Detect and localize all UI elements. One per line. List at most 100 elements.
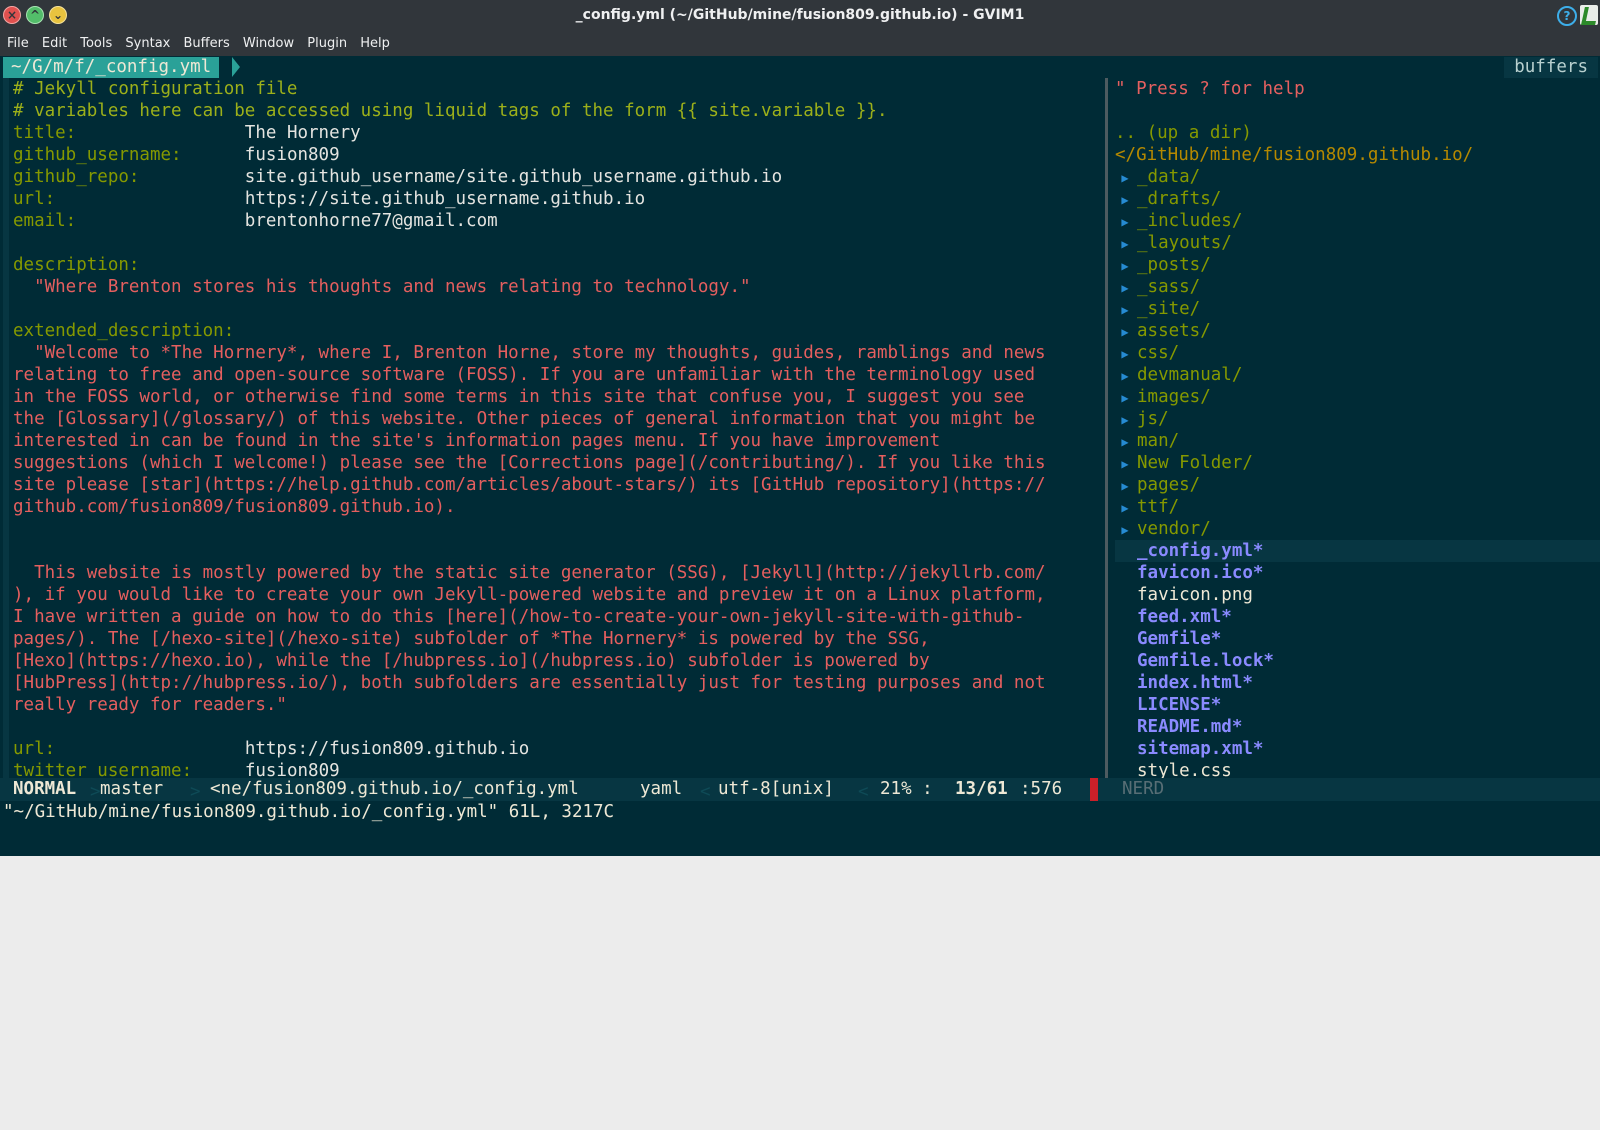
- nerdtree-dir-item[interactable]: ▶ _posts/: [1115, 254, 1600, 276]
- editor-line: suggestions (which I welcome!) please se…: [13, 453, 1046, 473]
- nerdtree-dir-item[interactable]: ▶ _site/: [1115, 298, 1600, 320]
- editor-lines: # Jekyll configuration file # variables h…: [13, 78, 1105, 778]
- vim-area: ~/G/m/f/_config.yml buffers # Jekyll con…: [0, 56, 1600, 856]
- expand-arrow-icon[interactable]: ▶: [1115, 365, 1135, 386]
- dir-name: _includes/: [1137, 211, 1243, 231]
- menu-file[interactable]: File: [7, 32, 29, 51]
- yaml-padding: [182, 145, 245, 165]
- nerdtree-dir-item[interactable]: ▶ ttf/: [1115, 496, 1600, 518]
- yaml-padding: [139, 167, 244, 187]
- buffers-label[interactable]: buffers: [1504, 57, 1598, 78]
- expand-arrow-icon[interactable]: ▶: [1115, 167, 1135, 188]
- dir-name: _data/: [1137, 167, 1201, 187]
- dir-name: css/: [1137, 343, 1180, 363]
- dir-name: devmanual/: [1137, 365, 1243, 385]
- expand-arrow-icon[interactable]: ▶: [1115, 453, 1135, 474]
- vertical-split[interactable]: [1105, 78, 1115, 778]
- file-name: sitemap.xml*: [1137, 739, 1264, 759]
- menu-edit[interactable]: Edit: [42, 32, 67, 51]
- dir-name: vendor/: [1137, 519, 1211, 539]
- nerdtree-file-item[interactable]: Gemfile*: [1115, 628, 1600, 650]
- nerdtree-dir-item[interactable]: ▶ js/: [1115, 408, 1600, 430]
- editor-line: I have written a guide on how to do this…: [13, 607, 1025, 627]
- expand-arrow-icon[interactable]: ▶: [1115, 299, 1135, 320]
- status-red-marker: [1090, 778, 1098, 801]
- menu-window[interactable]: Window: [243, 32, 294, 51]
- yaml-padding: [55, 739, 245, 759]
- menu-syntax[interactable]: Syntax: [125, 32, 170, 51]
- nerdtree-file-item[interactable]: sitemap.xml*: [1115, 738, 1600, 760]
- yaml-value: fusion809: [244, 761, 340, 778]
- tab-config-yml[interactable]: ~/G/m/f/_config.yml: [3, 57, 220, 78]
- expand-arrow-icon[interactable]: ▶: [1115, 321, 1135, 342]
- command-line[interactable]: "~/GitHub/mine/fusion809.github.io/_conf…: [0, 801, 1600, 823]
- nerdtree-pane[interactable]: " Press ? for help .. (up a dir) </GitHu…: [1115, 78, 1600, 778]
- yaml-value: site.github_username/site.github_usernam…: [244, 167, 783, 187]
- nerdtree-dir-item[interactable]: ▶ _sass/: [1115, 276, 1600, 298]
- nerdtree-file-item[interactable]: style.css: [1115, 760, 1600, 778]
- nerdtree-file-item[interactable]: index.html*: [1115, 672, 1600, 694]
- editor-bottom: [0, 823, 1600, 856]
- nerdtree-files: _config.yml* favicon.ico* favicon.png feed.…: [1115, 540, 1600, 778]
- nerdtree-dir-item[interactable]: ▶ man/: [1115, 430, 1600, 452]
- nerdtree-dir-item[interactable]: ▶ css/: [1115, 342, 1600, 364]
- expand-arrow-icon[interactable]: ▶: [1115, 475, 1135, 496]
- expand-arrow-icon[interactable]: ▶: [1115, 255, 1135, 276]
- editor-line: pages/). The [/hexo-site](/hexo-site) su…: [13, 629, 930, 649]
- dir-name: _layouts/: [1137, 233, 1232, 253]
- nerdtree-dir-item[interactable]: ▶ devmanual/: [1115, 364, 1600, 386]
- nerdtree-file-item[interactable]: Gemfile.lock*: [1115, 650, 1600, 672]
- yaml-padding: [76, 123, 245, 143]
- editor-line: [Hexo](https://hexo.io), while the [/hub…: [13, 651, 930, 671]
- expand-arrow-icon[interactable]: ▶: [1115, 409, 1135, 430]
- nerdtree-root[interactable]: </GitHub/mine/fusion809.github.io/: [1115, 144, 1600, 166]
- expand-arrow-icon[interactable]: ▶: [1115, 497, 1135, 518]
- file-name: LICENSE*: [1137, 695, 1222, 715]
- editor-pane[interactable]: # Jekyll configuration file # variables h…: [3, 78, 1105, 778]
- nerdtree-file-item[interactable]: favicon.png: [1115, 584, 1600, 606]
- nerdtree-dir-item[interactable]: ▶ _includes/: [1115, 210, 1600, 232]
- expand-arrow-icon[interactable]: ▶: [1115, 189, 1135, 210]
- nerdtree-dir-item[interactable]: ▶ pages/: [1115, 474, 1600, 496]
- menu-buffers[interactable]: Buffers: [184, 32, 230, 51]
- nerdtree-dir-item[interactable]: ▶ vendor/: [1115, 518, 1600, 540]
- menu-tools[interactable]: Tools: [80, 32, 112, 51]
- expand-arrow-icon[interactable]: ▶: [1115, 277, 1135, 298]
- menu-plugin[interactable]: Plugin: [307, 32, 347, 51]
- expand-arrow-icon[interactable]: ▶: [1115, 233, 1135, 254]
- editor-line: ), if you would like to create your own …: [13, 585, 1046, 605]
- menu-help[interactable]: Help: [360, 32, 390, 51]
- editor-gutter: [3, 78, 9, 778]
- editor-line: url: https://site.github_username.github…: [13, 188, 1105, 210]
- nerdtree-file-item[interactable]: favicon.ico*: [1115, 562, 1600, 584]
- nerdtree-dir-item[interactable]: ▶ images/: [1115, 386, 1600, 408]
- status-encoding: utf-8[unix]: [718, 779, 834, 799]
- nerdtree-file-item[interactable]: feed.xml*: [1115, 606, 1600, 628]
- file-name: index.html*: [1137, 673, 1253, 693]
- help-icon[interactable]: ?: [1557, 6, 1577, 26]
- editor-line: This website is mostly powered by the st…: [13, 563, 1046, 583]
- nerdtree-dir-item[interactable]: ▶ _drafts/: [1115, 188, 1600, 210]
- yaml-padding: [192, 761, 245, 778]
- nerdtree-dir-item[interactable]: ▶ _layouts/: [1115, 232, 1600, 254]
- nerdtree-file-item[interactable]: README.md*: [1115, 716, 1600, 738]
- editor-line: twitter_username: fusion809: [13, 760, 1105, 778]
- nerdtree-file-item[interactable]: _config.yml*: [1115, 540, 1600, 562]
- expand-arrow-icon[interactable]: ▶: [1115, 519, 1135, 540]
- nerdtree-dir-item[interactable]: ▶ _data/: [1115, 166, 1600, 188]
- editor-line: interested in can be found in the site's…: [13, 431, 941, 451]
- expand-arrow-icon[interactable]: ▶: [1115, 211, 1135, 232]
- expand-arrow-icon[interactable]: ▶: [1115, 343, 1135, 364]
- nerdtree-dir-item[interactable]: ▶ New Folder/: [1115, 452, 1600, 474]
- statusline: NORMAL > master > <ne/fusion809.github.i…: [0, 778, 1600, 802]
- nerdtree-file-item[interactable]: LICENSE*: [1115, 694, 1600, 716]
- gvim-app-icon: [1580, 5, 1598, 25]
- editor-line: really ready for readers.": [13, 695, 287, 715]
- expand-arrow-icon[interactable]: ▶: [1115, 431, 1135, 452]
- nerdtree-up-dir[interactable]: .. (up a dir): [1115, 122, 1600, 144]
- editor-line: github_repo: site.github_username/site.g…: [13, 166, 1105, 188]
- expand-arrow-icon[interactable]: ▶: [1115, 387, 1135, 408]
- nerdtree-dir-item[interactable]: ▶ assets/: [1115, 320, 1600, 342]
